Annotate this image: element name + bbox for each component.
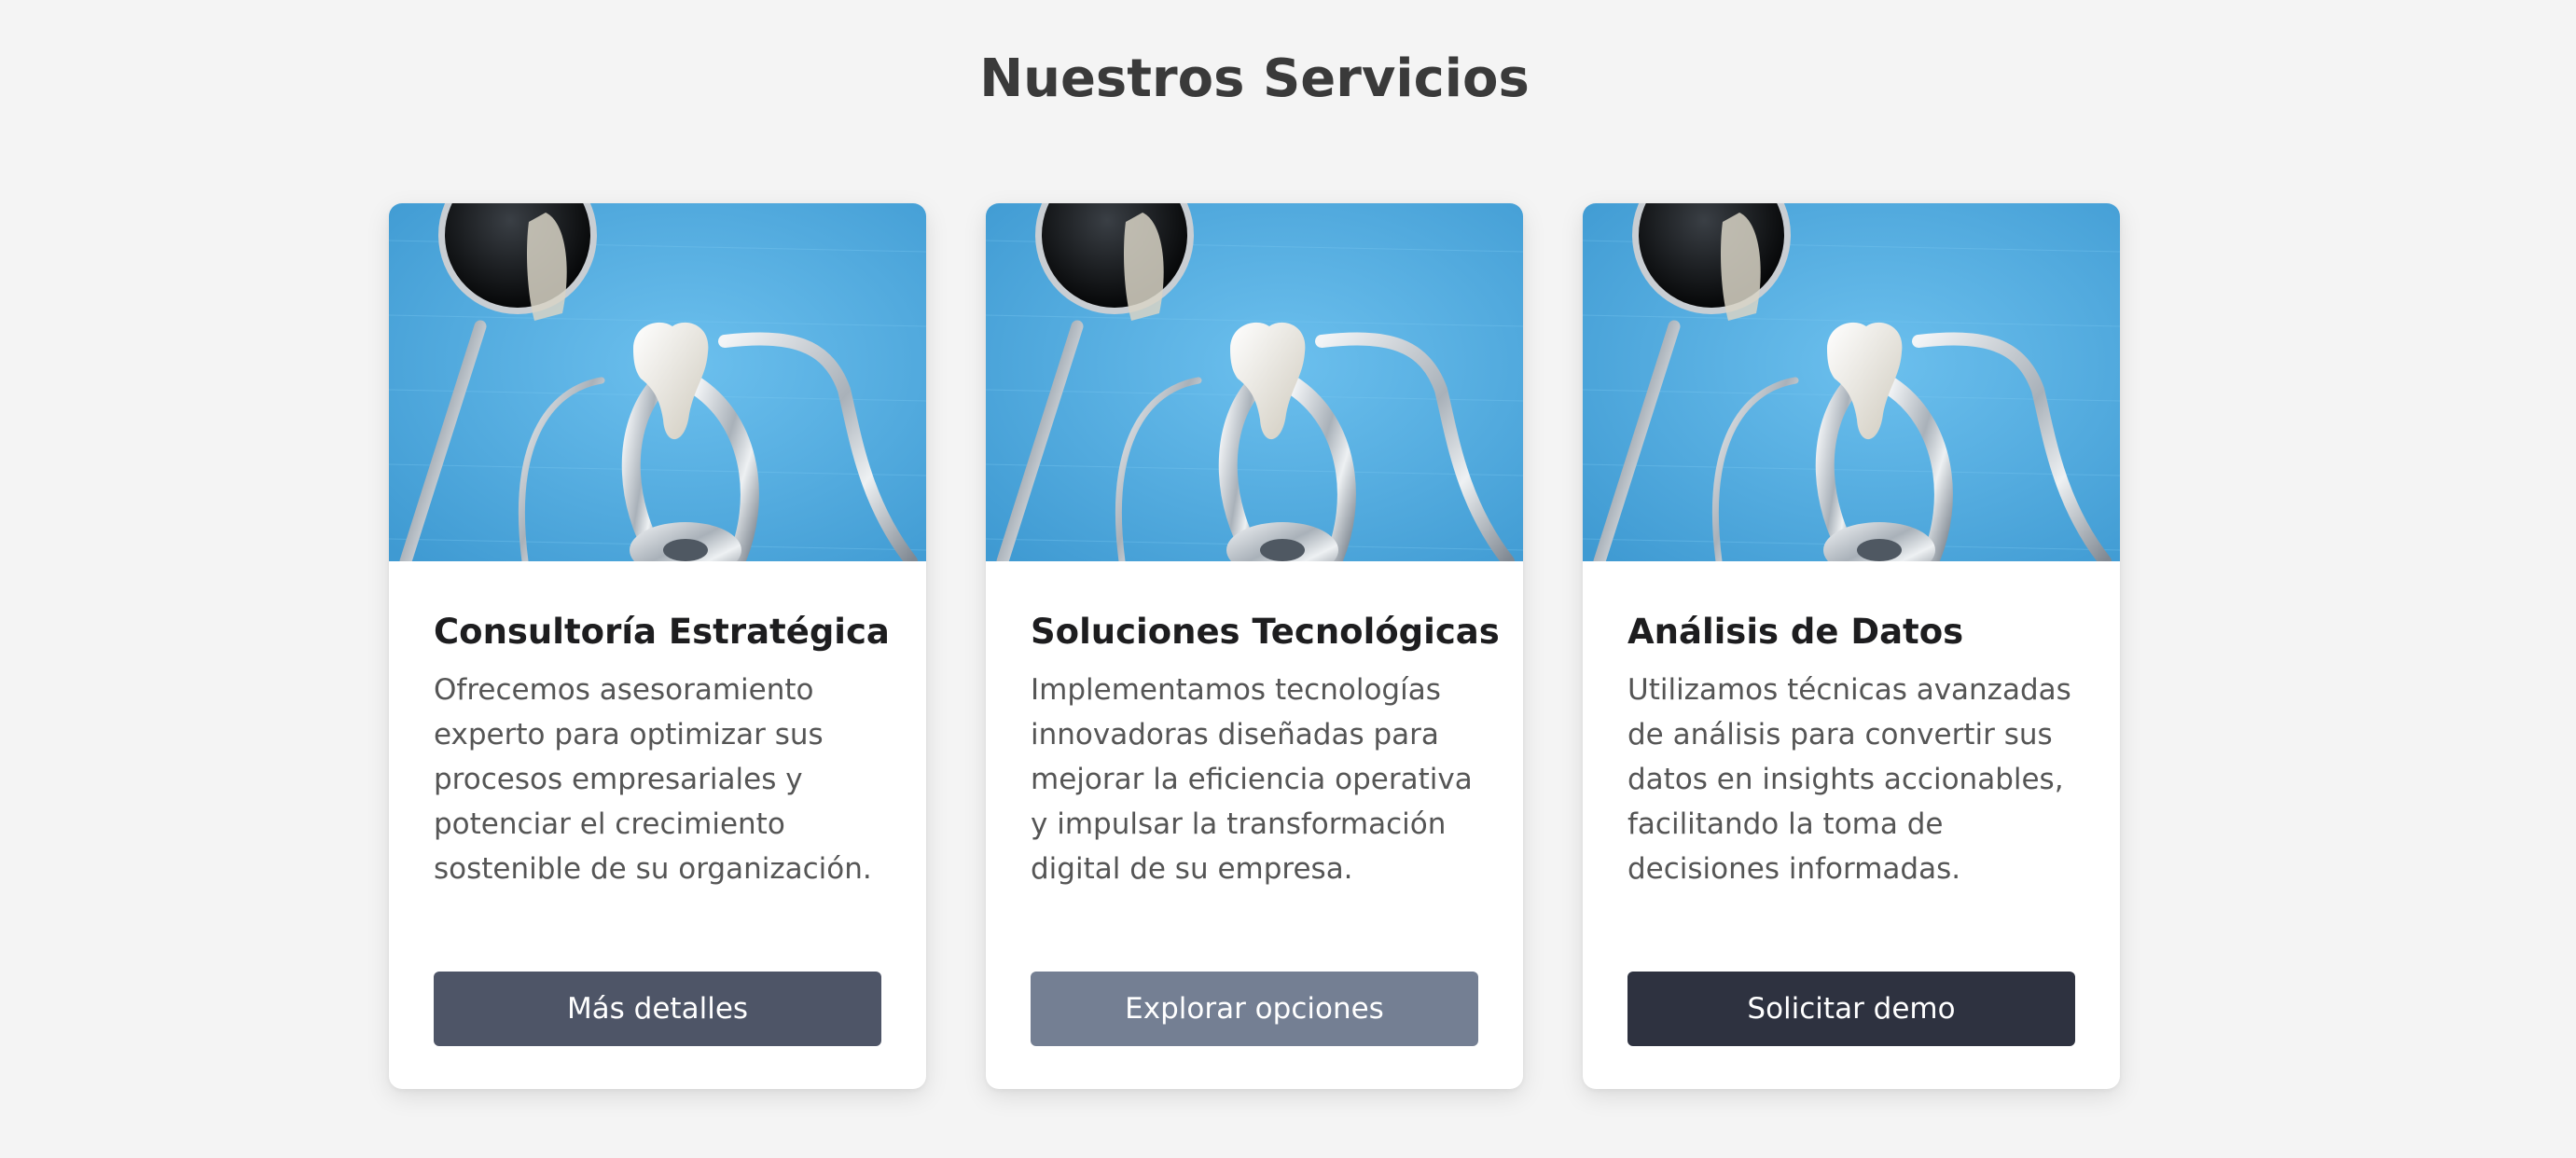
- card-description: Ofrecemos asesoramiento experto para opt…: [434, 673, 872, 886]
- mas-detalles-button[interactable]: Más detalles: [434, 972, 881, 1046]
- card-content: Consultoría Estratégica Ofrecemos asesor…: [434, 606, 890, 891]
- dental-tools-image: [1583, 203, 2120, 561]
- solicitar-demo-button[interactable]: Solicitar demo: [1627, 972, 2075, 1046]
- dental-tools-image: [986, 203, 1523, 561]
- card-title: Análisis de Datos: [1627, 612, 1964, 652]
- card-title: Consultoría Estratégica: [434, 612, 890, 652]
- card-description: Utilizamos técnicas avanzadas de análisi…: [1627, 673, 2071, 886]
- service-card-soluciones: Soluciones Tecnológicas Implementamos te…: [986, 203, 1523, 1089]
- explorar-opciones-button[interactable]: Explorar opciones: [1031, 972, 1478, 1046]
- service-card-consultoria: Consultoría Estratégica Ofrecemos asesor…: [389, 203, 926, 1089]
- card-content: Soluciones Tecnológicas Implementamos te…: [1031, 606, 1500, 891]
- page-title: Nuestros Servicios: [979, 48, 1530, 109]
- card-title: Soluciones Tecnológicas: [1031, 612, 1500, 652]
- dental-tools-image: [389, 203, 926, 561]
- card-description: Implementamos tecnologías innovadoras di…: [1031, 673, 1473, 886]
- card-content: Análisis de Datos Utilizamos técnicas av…: [1627, 606, 2075, 891]
- service-card-analisis: Análisis de Datos Utilizamos técnicas av…: [1583, 203, 2120, 1089]
